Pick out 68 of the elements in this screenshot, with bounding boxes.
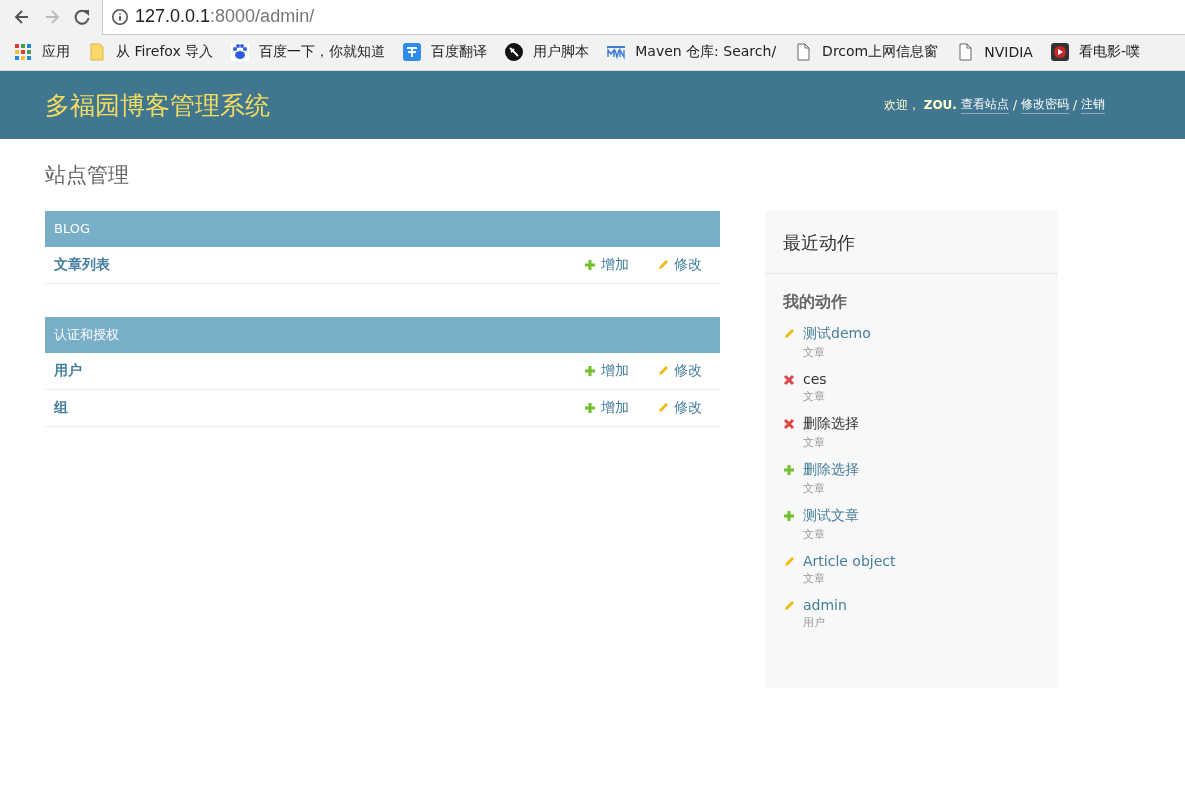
action-link[interactable]: 测试demo	[803, 325, 871, 343]
action-link[interactable]: admin	[803, 597, 847, 613]
pencil-icon	[783, 556, 795, 568]
bookmark[interactable]: 用户脚本	[505, 43, 590, 61]
model-link[interactable]: 文章列表	[54, 256, 556, 274]
separator-slash: /	[1012, 98, 1017, 112]
fork-icon	[505, 43, 524, 61]
deleted-item: 删除选择	[803, 415, 859, 433]
bookmark[interactable]: 百度一下，你就知道	[231, 43, 386, 61]
info-icon[interactable]	[111, 7, 129, 26]
item-type: 文章	[803, 345, 826, 360]
apps-grid-icon	[14, 43, 32, 61]
item-type: 文章	[803, 527, 826, 542]
pencil-icon	[783, 328, 795, 340]
action-link[interactable]: 测试文章	[803, 507, 859, 525]
pencil-icon	[657, 259, 669, 271]
item-type: 用户	[803, 615, 826, 630]
bookmark[interactable]: Drcom上网信息窗	[794, 43, 939, 61]
user-name: ZOU.	[923, 98, 957, 112]
add-link[interactable]: 增加	[584, 362, 629, 380]
mvn-logo-icon	[607, 43, 626, 61]
bookmark[interactable]: Maven 仓库: Search/	[607, 43, 777, 61]
cross-icon	[783, 418, 795, 430]
action-link[interactable]: Article object	[803, 553, 896, 569]
deleted-item: ces	[803, 371, 827, 387]
model-link[interactable]: 用户	[54, 362, 556, 380]
plus-icon	[584, 402, 596, 414]
site-title: 多福园博客管理系统	[45, 89, 270, 122]
address-bar[interactable]: 127.0.0.1:8000/admin/	[102, 0, 1185, 35]
bookmark[interactable]: NVIDIA	[956, 43, 1033, 61]
welcome-text: 欢迎，	[883, 96, 920, 114]
plus-icon	[783, 464, 795, 476]
change-link[interactable]: 修改	[657, 362, 702, 380]
page-title: 站点管理	[45, 162, 130, 189]
reload-icon[interactable]	[72, 7, 92, 27]
model-link[interactable]: 组	[54, 399, 556, 417]
plus-icon	[584, 365, 596, 377]
item-type: 文章	[803, 389, 826, 404]
add-link[interactable]: 增加	[584, 399, 629, 417]
page-icon	[794, 43, 813, 61]
header-link[interactable]: 修改密码	[1020, 96, 1069, 114]
item-type: 文章	[803, 435, 826, 450]
translate-icon	[403, 43, 422, 61]
play-icon	[1050, 43, 1069, 61]
header-link[interactable]: 注销	[1081, 96, 1105, 114]
panel-title: 最近动作	[765, 211, 1058, 274]
bookmark[interactable]: 百度翻译	[403, 43, 488, 61]
plus-icon	[584, 259, 596, 271]
plus-icon	[783, 510, 795, 522]
cross-icon	[783, 374, 795, 386]
add-link[interactable]: 增加	[584, 256, 629, 274]
item-type: 文章	[803, 481, 826, 496]
paw-icon	[231, 43, 250, 61]
item-type: 文章	[803, 571, 826, 586]
pencil-icon	[657, 402, 669, 414]
bookmark[interactable]: 应用	[14, 43, 70, 61]
bookmark[interactable]: 从 Firefox 导入	[88, 43, 214, 61]
page-icon	[956, 43, 975, 61]
pencil-icon	[657, 365, 669, 377]
pencil-icon	[783, 600, 795, 612]
separator-slash: /	[1072, 98, 1077, 112]
bookmark[interactable]: 看电影-噗	[1050, 43, 1140, 61]
change-link[interactable]: 修改	[657, 256, 702, 274]
panel-subtitle: 我的动作	[783, 292, 848, 313]
header-link[interactable]: 查看站点	[960, 96, 1009, 114]
folder-icon	[88, 43, 106, 61]
change-link[interactable]: 修改	[657, 399, 702, 417]
action-link[interactable]: 删除选择	[803, 461, 859, 479]
